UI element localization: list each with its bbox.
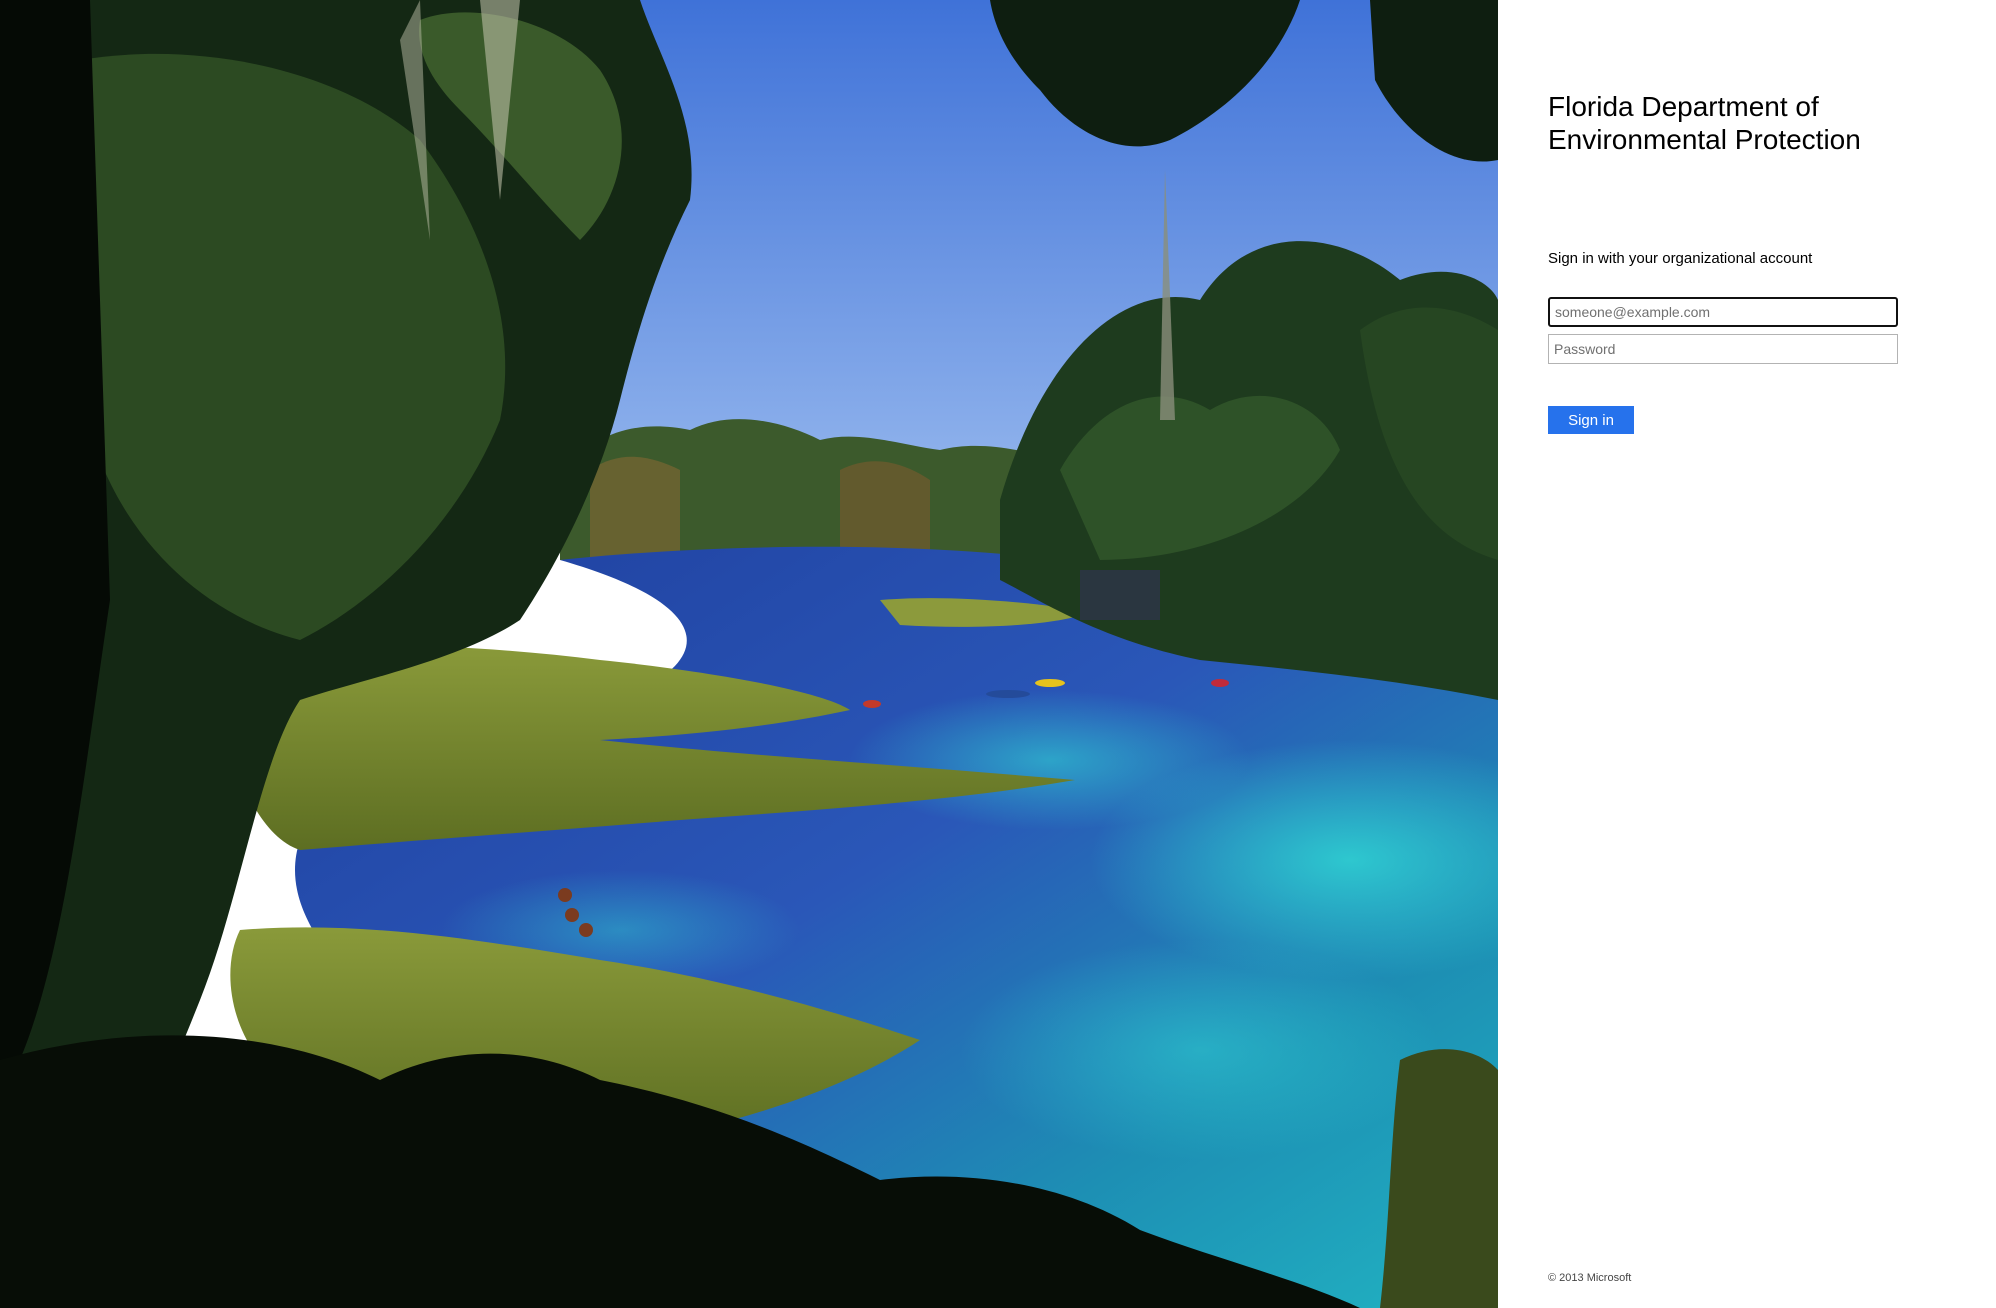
sign-in-intro-text: Sign in with your organizational account	[1548, 250, 1813, 267]
river-landscape-image	[0, 0, 1498, 1308]
sign-in-page: Florida Department of Environmental Prot…	[0, 0, 1996, 1308]
background-illustration	[0, 0, 1498, 1308]
username-input[interactable]	[1548, 297, 1898, 327]
sign-in-button[interactable]: Sign in	[1548, 406, 1634, 434]
password-input[interactable]	[1548, 334, 1898, 364]
copyright-text: © 2013 Microsoft	[1548, 1272, 1632, 1284]
organization-title: Florida Department of Environmental Prot…	[1548, 91, 1861, 155]
sign-in-panel: Florida Department of Environmental Prot…	[1498, 0, 1996, 1308]
